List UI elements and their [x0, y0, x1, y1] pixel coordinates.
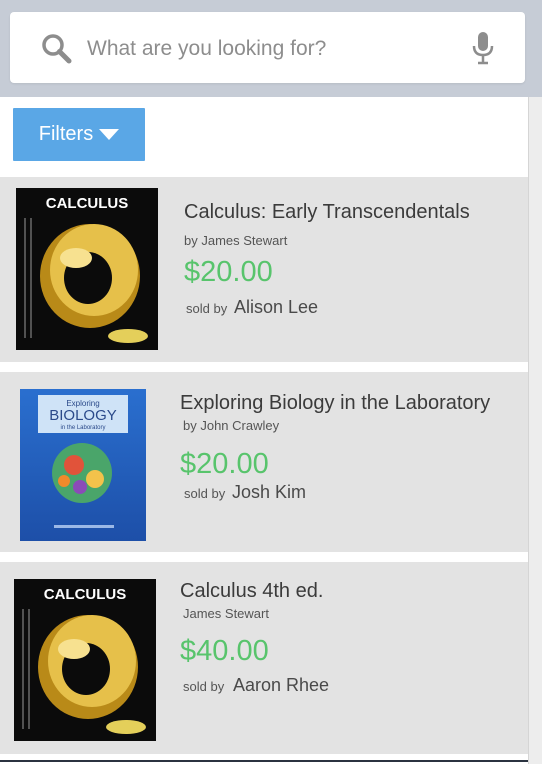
listing-card[interactable]: CALCULUS Calculus: Early Transcendentals… — [0, 177, 528, 362]
listing-price: $20.00 — [184, 256, 273, 288]
cover-subtitle-text: in the Laboratory — [60, 425, 105, 431]
book-cover-image: CALCULUS — [14, 579, 156, 741]
cover-title-text: BIOLOGY — [49, 407, 117, 424]
listing-author: by James Stewart — [184, 233, 288, 248]
listing-author: by John Crawley — [183, 418, 280, 433]
listing-price: $20.00 — [180, 448, 269, 480]
listing-author: James Stewart — [183, 606, 269, 621]
sold-by-label: sold by — [186, 301, 228, 316]
filters-button[interactable]: Filters — [13, 108, 145, 161]
book-cover-image: CALCULUS — [16, 188, 158, 350]
seller-name[interactable]: Josh Kim — [232, 482, 306, 503]
sold-by-label: sold by — [184, 486, 226, 501]
scroll-track[interactable] — [528, 97, 542, 764]
cover-title-text: CALCULUS — [44, 586, 127, 603]
listing-title[interactable]: Calculus 4th ed. — [180, 580, 323, 603]
cover-title-text: CALCULUS — [46, 195, 129, 212]
filters-label: Filters — [38, 123, 94, 145]
seller-name[interactable]: Alison Lee — [234, 297, 318, 318]
microphone-icon[interactable] — [470, 31, 496, 65]
sold-by-label: sold by — [183, 679, 225, 694]
header-bar — [0, 0, 542, 97]
search-bar[interactable] — [10, 12, 525, 83]
caret-down-icon — [99, 129, 120, 140]
listing-title[interactable]: Exploring Biology in the Laboratory — [180, 392, 490, 415]
search-input[interactable] — [85, 28, 459, 70]
listing-card[interactable]: CALCULUS Calculus 4th ed. James Stewart … — [0, 562, 528, 754]
seller-name[interactable]: Aaron Rhee — [233, 675, 329, 696]
divider — [528, 97, 529, 764]
listing-card[interactable]: Exploring BIOLOGY in the Laboratory Expl… — [0, 372, 528, 552]
bottom-divider — [0, 760, 528, 762]
book-cover-image: Exploring BIOLOGY in the Laboratory — [20, 389, 146, 541]
search-icon[interactable] — [40, 32, 74, 66]
listing-title[interactable]: Calculus: Early Transcendentals — [184, 201, 470, 224]
listing-price: $40.00 — [180, 635, 269, 667]
